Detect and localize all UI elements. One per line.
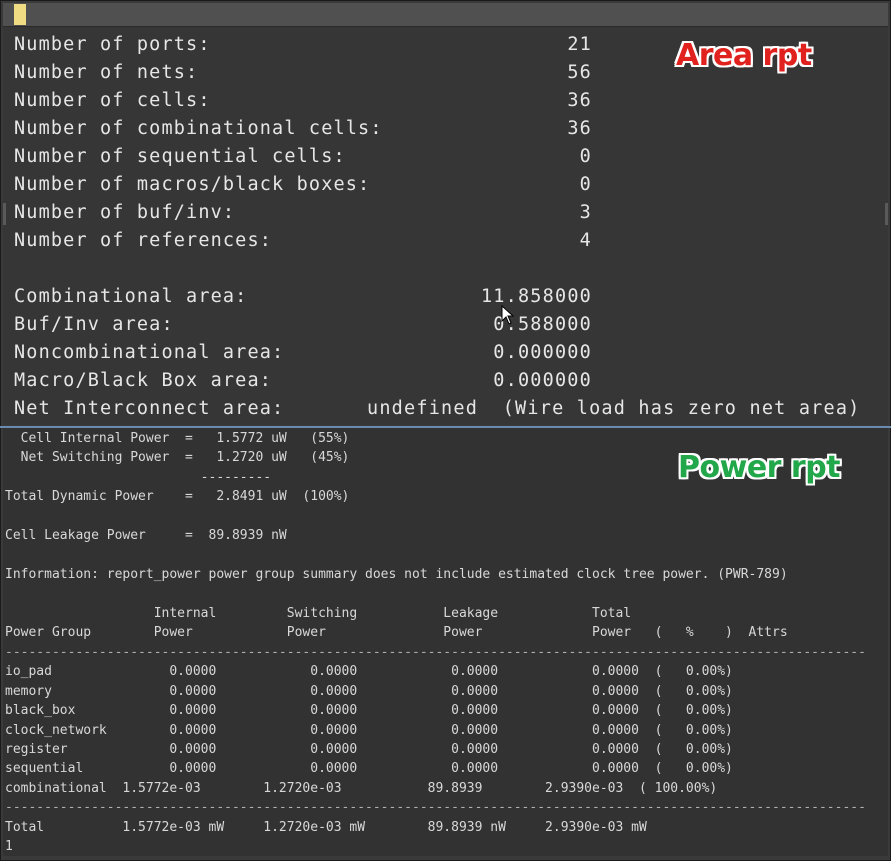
table-row-register: register 0.0000 0.0000 0.0000 0.0000 ( 0… xyxy=(5,742,733,757)
table-row: io_pad 0.0000 0.0000 0.0000 0.0000 ( 0.0… xyxy=(5,662,885,681)
area-row-label: Number of ports: xyxy=(14,34,211,55)
table-row: combinational 1.5772e-03 1.2720e-03 89.8… xyxy=(5,779,885,798)
separator-line: ----------------------------------------… xyxy=(5,644,866,660)
table-header-row: Power Group Power Power Power Power ( % … xyxy=(5,623,885,642)
table-separator: ----------------------------------------… xyxy=(5,798,885,817)
area-row-value: 21 xyxy=(567,34,592,55)
area-row-value: 36 xyxy=(567,90,592,111)
left-scroll-marker xyxy=(3,203,6,225)
table-row: clock_network 0.0000 0.0000 0.0000 0.000… xyxy=(5,721,885,740)
report-line: Cell Leakage Power = 89.8939 nW xyxy=(5,526,885,545)
cell-internal-power-line: Cell Internal Power = 1.5772 uW (55%) xyxy=(5,431,350,446)
table-row-clock-network: clock_network 0.0000 0.0000 0.0000 0.000… xyxy=(5,722,733,738)
area-row-value: 11.858000 xyxy=(480,286,592,307)
table-header-line-1: Internal Switching Leakage Total xyxy=(5,605,632,621)
report-line: Information: report_power power group su… xyxy=(5,565,885,584)
area-row-label: Combinational area: xyxy=(14,286,248,307)
table-header-row: Internal Switching Leakage Total xyxy=(5,604,885,623)
table-row: black_box 0.0000 0.0000 0.0000 0.0000 ( … xyxy=(5,701,885,720)
area-row-value: 0 xyxy=(579,174,592,195)
table-row-memory: memory 0.0000 0.0000 0.0000 0.0000 ( 0.0… xyxy=(5,683,733,699)
area-row-value: 36 xyxy=(567,118,592,139)
report-line: Total Dynamic Power = 2.8491 uW (100%) xyxy=(5,487,885,506)
area-report-row: Combinational area: 11.858000 xyxy=(14,283,884,311)
cell-leakage-power-line: Cell Leakage Power = 89.8939 nW xyxy=(5,528,287,544)
area-report-row: Net Interconnect area: undefined (Wire l… xyxy=(14,395,884,423)
area-report-row: Number of cells: 36 xyxy=(14,87,884,115)
net-switching-power-line: Net Switching Power = 1.2720 uW (45%) xyxy=(5,450,350,466)
dash-line: --------- xyxy=(5,469,272,485)
area-report-row: Number of macros/black boxes: 0 xyxy=(14,171,884,199)
table-row: register 0.0000 0.0000 0.0000 0.0000 ( 0… xyxy=(5,740,885,759)
area-report-row: Number of buf/inv: 3 xyxy=(14,199,884,227)
right-scroll-marker xyxy=(885,203,888,225)
table-row-black-box: black_box 0.0000 0.0000 0.0000 0.0000 ( … xyxy=(5,703,733,719)
area-row-label: Number of macros/black boxes: xyxy=(14,174,371,195)
area-report-title: Area rpt xyxy=(676,38,812,73)
separator-line: ----------------------------------------… xyxy=(5,800,866,816)
area-row-label: Macro/Black Box area: xyxy=(14,370,273,391)
trailer-line: 1 xyxy=(5,839,13,855)
area-row-value: 0.000000 xyxy=(493,342,592,363)
power-report-lines: Cell Internal Power = 1.5772 uW (55%) Ne… xyxy=(5,429,885,856)
total-dynamic-power-line: Total Dynamic Power = 2.8491 uW (100%) xyxy=(5,489,350,505)
area-row-value: 0.000000 xyxy=(493,370,592,391)
area-report-row: Number of combinational cells: 36 xyxy=(14,115,884,143)
area-report-lines: Number of ports: 21 Number of nets: 56 N… xyxy=(14,31,884,423)
area-row-value: 4 xyxy=(579,230,592,251)
mouse-pointer-icon xyxy=(501,305,515,325)
area-row-label: Number of references: xyxy=(14,230,273,251)
area-report-row: Number of references: 4 xyxy=(14,227,884,255)
report-line: Cell Internal Power = 1.5772 uW (55%) xyxy=(5,429,885,448)
area-row-value: 0 xyxy=(579,146,592,167)
table-row-io-pad: io_pad 0.0000 0.0000 0.0000 0.0000 ( 0.0… xyxy=(5,664,733,680)
area-row-label: Number of nets: xyxy=(14,62,199,83)
area-report-row: Noncombinational area: 0.000000 xyxy=(14,339,884,367)
table-row: memory 0.0000 0.0000 0.0000 0.0000 ( 0.0… xyxy=(5,682,885,701)
area-row-label: Number of combinational cells: xyxy=(14,118,383,139)
area-row-label: Buf/Inv area: xyxy=(14,314,174,335)
area-report-row: Number of sequential cells: 0 xyxy=(14,143,884,171)
table-total-row: Total 1.5772e-03 mW 1.2720e-03 mW 89.893… xyxy=(5,818,885,837)
text-cursor xyxy=(14,4,26,25)
total-line: Total 1.5772e-03 mW 1.2720e-03 mW 89.893… xyxy=(5,819,647,835)
area-row-value: 56 xyxy=(567,62,592,83)
table-header-line-2: Power Group Power Power Power Power ( % … xyxy=(5,625,788,641)
table-separator: ----------------------------------------… xyxy=(5,643,885,662)
area-row-label: Net Interconnect area: xyxy=(14,398,285,419)
area-row-label: Number of sequential cells: xyxy=(14,146,346,167)
area-row-label: Number of buf/inv: xyxy=(14,202,236,223)
area-report-terminal[interactable]: Number of ports: 21 Number of nets: 56 N… xyxy=(3,3,888,425)
power-report-title: Power rpt xyxy=(678,450,841,485)
area-report-row: Macro/Black Box area: 0.000000 xyxy=(14,367,884,395)
table-row-sequential: sequential 0.0000 0.0000 0.0000 0.0000 (… xyxy=(5,761,733,777)
terminal-input-bar[interactable] xyxy=(3,3,888,27)
area-row-label: Noncombinational area: xyxy=(14,342,285,363)
table-row-combinational: combinational 1.5772e-03 1.2720e-03 89.8… xyxy=(5,780,718,796)
table-row: sequential 0.0000 0.0000 0.0000 0.0000 (… xyxy=(5,759,885,778)
area-row-value: undefined (Wire load has zero net area) xyxy=(367,398,861,419)
area-row-value: 3 xyxy=(579,202,592,223)
area-row-label: Number of cells: xyxy=(14,90,211,111)
power-report-terminal[interactable]: Cell Internal Power = 1.5772 uW (55%) Ne… xyxy=(3,428,888,856)
area-report-row: Buf/Inv area: 0.588000 xyxy=(14,311,884,339)
information-line: Information: report_power power group su… xyxy=(5,567,788,583)
trailer-row: 1 xyxy=(5,837,885,856)
